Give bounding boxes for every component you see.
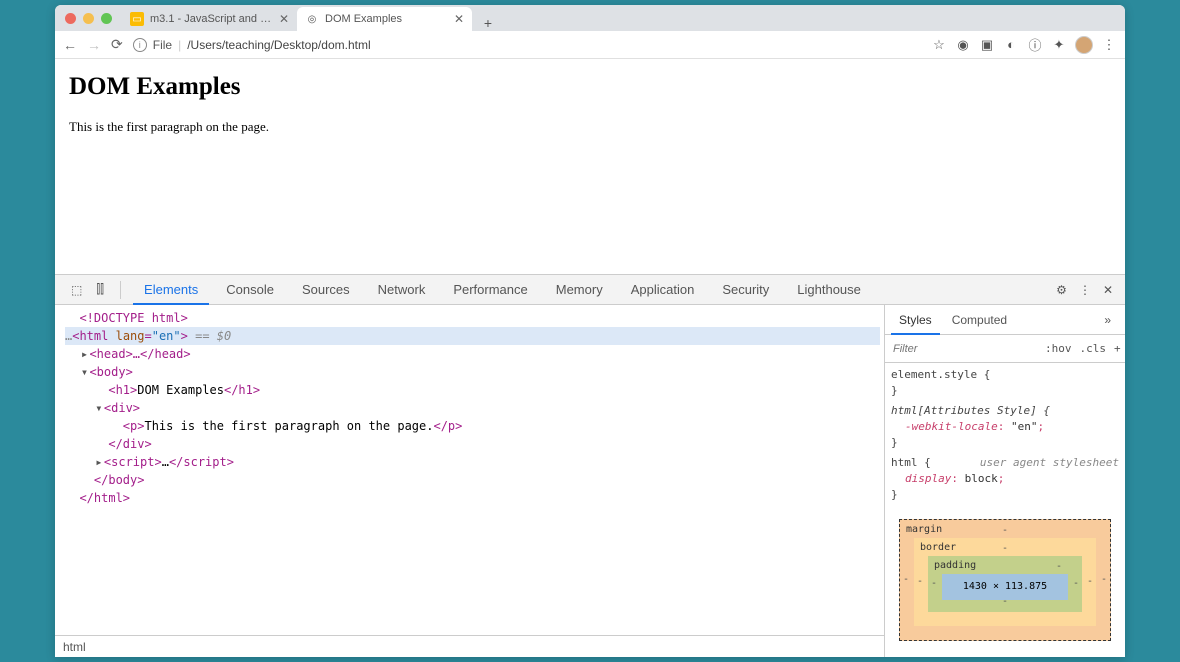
new-style-rule-icon[interactable]: +	[1111, 342, 1124, 355]
tab-styles[interactable]: Styles	[891, 305, 940, 335]
box-model-diagram[interactable]: margin - - - border - - - padding	[891, 507, 1119, 653]
devtools-tab-bar: ⬚ ⫿⫿ Elements Console Sources Network Pe…	[55, 275, 1125, 305]
more-tabs-icon[interactable]: »	[1096, 305, 1119, 335]
styles-tabs: Styles Computed »	[885, 305, 1125, 335]
styles-filter-input[interactable]	[889, 343, 1040, 355]
extension-icon[interactable]: ⓘ	[1027, 37, 1043, 53]
kebab-menu-icon[interactable]: ⋮	[1079, 283, 1091, 297]
traffic-lights	[65, 13, 112, 24]
device-toggle-icon[interactable]: ⫿⫿	[92, 282, 108, 297]
style-rule[interactable]: html[Attributes Style] { -webkit-locale:…	[891, 403, 1119, 451]
toolbar: ← → ⟳ i File | /Users/teaching/Desktop/d…	[55, 31, 1125, 59]
browser-tab-1[interactable]: ▭ m3.1 - JavaScript and the DOM ✕	[122, 7, 297, 31]
elements-dom-panel: <!DOCTYPE html> …<html lang="en"> == $0 …	[55, 305, 885, 657]
minimize-window-button[interactable]	[83, 13, 94, 24]
script-node[interactable]: ▸<script>…</script>	[65, 453, 880, 471]
box-model-margin: margin - - - border - - - padding	[899, 519, 1111, 641]
style-rule[interactable]: element.style { }	[891, 367, 1119, 399]
tab-performance[interactable]: Performance	[442, 275, 538, 305]
tab-strip: ▭ m3.1 - JavaScript and the DOM ✕ ◎ DOM …	[122, 5, 498, 31]
site-info-icon[interactable]: i	[133, 38, 147, 52]
tab-title: DOM Examples	[325, 13, 448, 25]
close-icon[interactable]: ✕	[1103, 283, 1113, 297]
tab-memory[interactable]: Memory	[545, 275, 614, 305]
close-window-button[interactable]	[65, 13, 76, 24]
page-paragraph: This is the first paragraph on the page.	[69, 119, 1111, 135]
titlebar: ▭ m3.1 - JavaScript and the DOM ✕ ◎ DOM …	[55, 5, 1125, 31]
extension-icon[interactable]: ◐	[1003, 37, 1019, 53]
page-icon: ◎	[305, 12, 319, 26]
styles-panel: Styles Computed » :hov .cls + ▣ element.…	[885, 305, 1125, 657]
tab-sources[interactable]: Sources	[291, 275, 361, 305]
style-rule[interactable]: html { user agent stylesheet display: bl…	[891, 455, 1119, 503]
extensions-puzzle-icon[interactable]: ✦	[1051, 37, 1067, 53]
inspect-element-icon[interactable]: ⬚	[67, 283, 86, 297]
browser-window: ▭ m3.1 - JavaScript and the DOM ✕ ◎ DOM …	[55, 5, 1125, 657]
tab-security[interactable]: Security	[711, 275, 780, 305]
tab-title: m3.1 - JavaScript and the DOM	[150, 13, 273, 25]
profile-avatar[interactable]	[1075, 36, 1093, 54]
extension-icon[interactable]: ◉	[955, 37, 971, 53]
tab-elements[interactable]: Elements	[133, 275, 209, 305]
breadcrumb[interactable]: html	[55, 635, 884, 657]
box-model-padding: padding - - - - 1430 × 113.875	[928, 556, 1082, 612]
toolbar-right: ☆ ◉ ▣ ◐ ⓘ ✦ ⋮	[931, 36, 1117, 54]
maximize-window-button[interactable]	[101, 13, 112, 24]
styles-filter-row: :hov .cls + ▣	[885, 335, 1125, 363]
style-rules[interactable]: element.style { } html[Attributes Style]…	[885, 363, 1125, 657]
box-model-content: 1430 × 113.875	[942, 574, 1068, 600]
address-bar[interactable]: i File | /Users/teaching/Desktop/dom.htm…	[133, 38, 921, 52]
page-heading: DOM Examples	[69, 73, 1111, 101]
url-path: /Users/teaching/Desktop/dom.html	[187, 38, 370, 52]
box-model-border: border - - - padding - - - -	[914, 538, 1096, 626]
body-open-node[interactable]: ▾<body>	[65, 363, 880, 381]
tab-application[interactable]: Application	[620, 275, 706, 305]
browser-tab-2[interactable]: ◎ DOM Examples ✕	[297, 7, 472, 31]
file-scheme-label: File	[153, 38, 172, 52]
doctype-node[interactable]: <!DOCTYPE html>	[79, 311, 187, 325]
head-node[interactable]: ▸<head>…</head>	[65, 345, 880, 363]
gear-icon[interactable]: ⚙	[1056, 283, 1067, 297]
devtools-body: <!DOCTYPE html> …<html lang="en"> == $0 …	[55, 305, 1125, 657]
devtools-panel: ⬚ ⫿⫿ Elements Console Sources Network Pe…	[55, 274, 1125, 657]
hov-toggle[interactable]: :hov	[1042, 342, 1075, 355]
reload-button[interactable]: ⟳	[111, 36, 123, 53]
back-button[interactable]: ←	[63, 37, 77, 53]
cls-toggle[interactable]: .cls	[1077, 342, 1110, 355]
html-node[interactable]: …<html lang="en"> == $0	[65, 327, 880, 345]
close-tab-icon[interactable]: ✕	[279, 12, 289, 26]
extension-icon[interactable]: ▣	[979, 37, 995, 53]
div-open-node[interactable]: ▾<div>	[65, 399, 880, 417]
separator	[120, 281, 121, 299]
slides-icon: ▭	[130, 12, 144, 26]
close-tab-icon[interactable]: ✕	[454, 12, 464, 26]
tab-lighthouse[interactable]: Lighthouse	[786, 275, 872, 305]
tab-computed[interactable]: Computed	[944, 305, 1015, 335]
tab-network[interactable]: Network	[367, 275, 437, 305]
body-close-node[interactable]: </body>	[65, 471, 880, 489]
star-icon[interactable]: ☆	[931, 37, 947, 53]
div-close-node[interactable]: </div>	[65, 435, 880, 453]
dom-tree[interactable]: <!DOCTYPE html> …<html lang="en"> == $0 …	[55, 305, 884, 635]
tab-console[interactable]: Console	[215, 275, 285, 305]
html-close-node[interactable]: </html>	[65, 489, 880, 507]
new-tab-button[interactable]: +	[478, 15, 498, 31]
page-viewport: DOM Examples This is the first paragraph…	[55, 59, 1125, 274]
kebab-menu-icon[interactable]: ⋮	[1101, 37, 1117, 53]
h1-node[interactable]: <h1>DOM Examples</h1>	[65, 381, 880, 399]
p-node[interactable]: <p>This is the first paragraph on the pa…	[65, 417, 880, 435]
forward-button[interactable]: →	[87, 37, 101, 53]
